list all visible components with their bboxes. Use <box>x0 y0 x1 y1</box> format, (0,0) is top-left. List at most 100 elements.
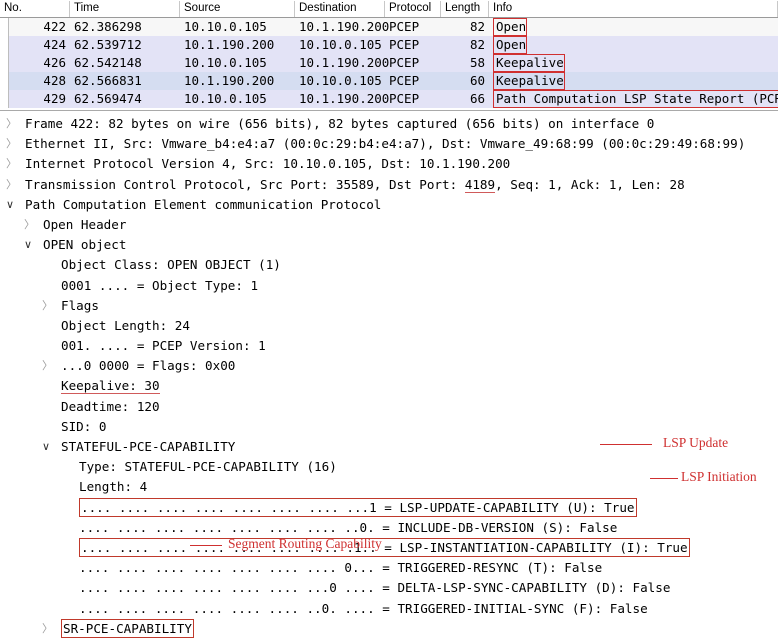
detail-row-label: Flags <box>61 297 99 313</box>
cell-source: 10.1.190.200 <box>184 37 275 52</box>
detail-tree-row[interactable]: Object Class: OPEN OBJECT (1) <box>0 255 778 275</box>
chevron-down-icon[interactable]: ∨ <box>42 437 50 457</box>
column-header-source[interactable]: Source <box>180 1 295 17</box>
table-row[interactable]: 424 62.539712 10.1.190.200 10.10.0.105 PCEP 8… <box>0 36 778 54</box>
cell-info: Path Computation LSP State Report (PCRpt… <box>489 90 778 108</box>
detail-tree-row[interactable]: 〉 Open Header <box>0 215 778 235</box>
detail-tree-row[interactable]: 0001 .... = Object Type: 1 <box>0 276 778 296</box>
chevron-right-icon[interactable]: 〉 <box>42 296 53 316</box>
detail-tree-row[interactable]: Object Length: 24 <box>0 316 778 336</box>
detail-tree-row[interactable]: .... .... .... .... .... .... .... ...1 … <box>0 498 778 518</box>
detail-tree-row[interactable]: Deadtime: 120 <box>0 397 778 417</box>
detail-row-label: .... .... .... .... .... .... .... 0... … <box>79 560 603 576</box>
chevron-right-icon[interactable]: 〉 <box>42 356 53 376</box>
info-highlight-box: Path Computation LSP State Report (PCRpt… <box>493 90 778 108</box>
detail-row-label: Deadtime: 120 <box>61 398 160 414</box>
detail-tree-row[interactable]: ∨ STATEFUL-PCE-CAPABILITY <box>0 437 778 457</box>
annotation-leader-line <box>190 545 222 546</box>
detail-tree-row[interactable]: 〉 Flags <box>0 296 778 316</box>
detail-tree-row[interactable]: ∨ OPEN object <box>0 235 778 255</box>
chevron-down-icon[interactable]: ∨ <box>24 235 32 255</box>
annotation-leader-line <box>650 478 678 479</box>
highlight-box: .... .... .... .... .... .... .... ...1 … <box>79 498 637 518</box>
detail-tree-row[interactable]: Length: 4 <box>0 477 778 497</box>
annotation-leader-line <box>600 444 652 445</box>
column-header-protocol[interactable]: Protocol <box>385 1 441 17</box>
annotation-label: LSP Initiation <box>681 469 757 484</box>
detail-tree-row[interactable]: Type: STATEFUL-PCE-CAPABILITY (16) <box>0 457 778 477</box>
column-header-length[interactable]: Length <box>441 1 489 17</box>
chevron-down-icon[interactable]: ∨ <box>6 195 14 215</box>
detail-row-label: Frame 422: 82 bytes on wire (656 bits), … <box>25 116 655 131</box>
detail-row-label: .... .... .... .... .... .... .... ..0. … <box>79 519 618 535</box>
packet-detail-pane[interactable]: 〉 Frame 422: 82 bytes on wire (656 bits),… <box>0 114 778 639</box>
packet-list-rows[interactable]: 422 62.386298 10.10.0.105 10.1.190.200 PCEP 8… <box>0 18 778 108</box>
detail-tree-row[interactable]: .... .... .... .... .... .... .... 0... … <box>0 558 778 578</box>
chevron-right-icon[interactable]: 〉 <box>6 175 17 195</box>
detail-tree-row[interactable]: .... .... .... .... .... .... ..0. .... … <box>0 599 778 619</box>
detail-tree-row[interactable]: SID: 0 <box>0 417 778 437</box>
detail-row-label: Path Computation Element communication P… <box>25 196 382 212</box>
cell-destination: 10.1.190.200 <box>299 19 390 34</box>
packet-list-pane[interactable]: No. Time Source Destination Protocol Length In… <box>0 0 778 110</box>
cell-time: 62.539712 <box>74 37 142 52</box>
cell-protocol: PCEP <box>389 55 420 70</box>
cell-time: 62.566831 <box>74 73 142 88</box>
cell-info: Open <box>489 18 778 36</box>
cell-no: 424 <box>43 37 66 52</box>
chevron-right-icon[interactable]: 〉 <box>24 215 35 235</box>
cell-destination: 10.10.0.105 <box>299 37 382 52</box>
detail-row-label: ...0 0000 = Flags: 0x00 <box>61 358 236 374</box>
detail-row-label: .... .... .... .... .... .... .... .1.. … <box>79 538 690 558</box>
detail-tree-row[interactable]: 〉 Internet Protocol Version 4, Src: 10.10… <box>0 154 778 174</box>
cell-no: 429 <box>43 91 66 106</box>
table-row[interactable]: 428 62.566831 10.1.190.200 10.10.0.105 PCEP 6… <box>0 72 778 90</box>
detail-row-label: Length: 4 <box>79 479 148 495</box>
cell-destination: 10.1.190.200 <box>299 91 390 106</box>
cell-length: 66 <box>469 91 485 106</box>
cell-protocol: PCEP <box>389 37 420 52</box>
cell-length: 82 <box>469 19 485 34</box>
chevron-right-icon[interactable]: 〉 <box>6 134 17 154</box>
highlight-box: SR-PCE-CAPABILITY <box>61 619 194 639</box>
chevron-right-icon[interactable]: 〉 <box>42 619 53 639</box>
packet-list-column-headers[interactable]: No. Time Source Destination Protocol Length In… <box>0 0 778 18</box>
cell-destination: 10.1.190.200 <box>299 55 390 70</box>
cell-time: 62.386298 <box>74 19 142 34</box>
info-highlight-box: Keepalive <box>493 72 565 90</box>
info-highlight-box: Open <box>493 36 528 54</box>
column-header-time[interactable]: Time <box>70 1 180 17</box>
chevron-right-icon[interactable]: 〉 <box>6 114 17 134</box>
detail-row-text-before: Transmission Control Protocol, Src Port:… <box>25 176 465 192</box>
detail-tree-row[interactable]: Keepalive: 30 <box>0 376 778 396</box>
detail-row-label: Keepalive: 30 <box>61 376 160 396</box>
detail-row-label: .... .... .... .... .... .... ...0 .... … <box>79 580 671 596</box>
column-header-no[interactable]: No. <box>0 1 70 17</box>
detail-tree-row[interactable]: 〉 ...0 0000 = Flags: 0x00 <box>0 356 778 376</box>
cell-time: 62.542148 <box>74 55 142 70</box>
detail-tree-row[interactable]: ∨ Path Computation Element communication … <box>0 195 778 215</box>
detail-tree-row[interactable]: 〉 Transmission Control Protocol, Src Port… <box>0 175 778 195</box>
cell-time: 62.569474 <box>74 91 142 106</box>
info-highlight-box: Open <box>493 18 528 36</box>
detail-tree-row[interactable]: .... .... .... .... .... .... ...0 .... … <box>0 578 778 598</box>
detail-tree-row[interactable]: 〉 Frame 422: 82 bytes on wire (656 bits),… <box>0 114 778 134</box>
detail-tree-row[interactable]: .... .... .... .... .... .... .... .1.. … <box>0 538 778 558</box>
underlined-field: 4189 <box>464 176 496 193</box>
wireshark-window: No. Time Source Destination Protocol Length In… <box>0 0 778 639</box>
table-row[interactable]: 429 62.569474 10.10.0.105 10.1.190.200 PCEP 6… <box>0 90 778 108</box>
detail-tree-row[interactable]: 001. .... = PCEP Version: 1 <box>0 336 778 356</box>
table-row[interactable]: 426 62.542148 10.10.0.105 10.1.190.200 PCEP 5… <box>0 54 778 72</box>
detail-tree-row[interactable]: .... .... .... .... .... .... .... ..0. … <box>0 518 778 538</box>
cell-length: 60 <box>469 73 485 88</box>
chevron-right-icon[interactable]: 〉 <box>6 154 17 174</box>
info-highlight-box: Keepalive <box>493 54 565 72</box>
cell-no: 428 <box>43 73 66 88</box>
detail-tree-row[interactable]: 〉 Ethernet II, Src: Vmware_b4:e4:a7 (00:0… <box>0 134 778 154</box>
column-header-destination[interactable]: Destination <box>295 1 385 17</box>
detail-row-label: SR-PCE-CAPABILITY <box>61 619 194 639</box>
column-header-info[interactable]: Info <box>489 1 778 17</box>
detail-tree-row[interactable]: 〉 SR-PCE-CAPABILITY <box>0 619 778 639</box>
table-row[interactable]: 422 62.386298 10.10.0.105 10.1.190.200 PCEP 8… <box>0 18 778 36</box>
cell-source: 10.1.190.200 <box>184 73 275 88</box>
